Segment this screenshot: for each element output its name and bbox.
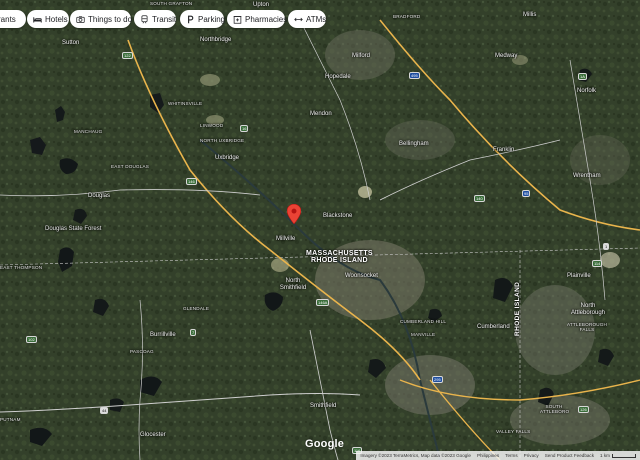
chip-label: Transit xyxy=(152,14,177,24)
pharmacy-icon xyxy=(233,15,242,24)
place-label: Wrentham xyxy=(573,173,601,179)
route-shield: 44 xyxy=(100,407,109,414)
scale-bar-line xyxy=(612,453,636,458)
google-logo: Google xyxy=(305,438,345,450)
map-footer: Imagery ©2023 TerraMetrics, Map data ©20… xyxy=(356,451,640,460)
place-label: North Smithfield xyxy=(279,278,307,291)
chip-label: Pharmacies xyxy=(245,14,288,24)
atm-icon xyxy=(294,15,303,24)
place-label: VALLEY FALLS xyxy=(496,429,531,434)
route-shield: 7 xyxy=(190,329,197,336)
scale-bar[interactable]: 1 km xyxy=(600,453,636,458)
place-label: Bellingham xyxy=(399,141,429,147)
place-label: Medway xyxy=(495,53,518,59)
chip-label: Hotels xyxy=(45,14,68,24)
chip-pharmacies[interactable]: Pharmacies xyxy=(227,10,288,28)
place-label: Woonsocket xyxy=(345,273,378,279)
bed-icon xyxy=(33,15,42,24)
place-label: Milford xyxy=(352,53,371,59)
route-shield: 16 xyxy=(240,125,249,132)
route-shield: 495 xyxy=(409,72,420,79)
route-shield: 146A xyxy=(316,299,330,306)
place-label: LINWOOD xyxy=(200,123,224,128)
place-label: WHITINSVILLE xyxy=(168,101,203,106)
route-shield: 1A xyxy=(578,73,587,80)
chip-parking[interactable]: Parking xyxy=(180,10,226,28)
place-label: Blackstone xyxy=(323,213,353,219)
category-chips: rants Hotels Things to do Transit Parkin… xyxy=(0,10,640,28)
chip-label: ATMs xyxy=(306,14,327,24)
location-pin-icon[interactable] xyxy=(286,203,302,225)
terms-link[interactable]: Terms xyxy=(505,453,518,458)
privacy-link[interactable]: Privacy xyxy=(524,453,539,458)
place-label: Hopedale xyxy=(325,74,351,80)
imagery-attribution: Imagery ©2023 TerraMetrics, Map data ©20… xyxy=(360,453,471,458)
place-label: EAST DOUGLAS xyxy=(111,164,150,169)
scale-label: 1 km xyxy=(600,453,610,458)
place-label: Northbridge xyxy=(200,37,232,43)
chip-hotels[interactable]: Hotels xyxy=(27,10,69,28)
place-label: Mendon xyxy=(310,111,332,117)
route-shield: 295 xyxy=(432,376,443,383)
place-label: Millville xyxy=(276,236,296,242)
camera-icon xyxy=(76,15,85,24)
place-label: PUTNAM xyxy=(0,417,21,422)
state-border-label: MASSACHUSETTS RHODE ISLAND xyxy=(306,250,373,264)
place-label: Smithfield xyxy=(310,403,337,409)
place-label: Upton xyxy=(253,2,270,8)
place-label: Plainville xyxy=(567,273,591,279)
route-shield: 1 xyxy=(603,243,610,250)
place-label: EAST THOMPSON xyxy=(0,265,43,270)
chip-label: Things to do xyxy=(88,14,133,24)
route-shield: 95 xyxy=(522,190,531,197)
state-label-vertical: RHODE ISLAND xyxy=(514,281,521,336)
route-shield: 114 xyxy=(592,260,603,267)
route-shield: 146 xyxy=(186,178,197,185)
place-label: Douglas xyxy=(88,193,111,199)
chip-things-to-do[interactable]: Things to do xyxy=(70,10,133,28)
place-label: Douglas State Forest xyxy=(45,226,102,232)
train-icon xyxy=(140,14,149,24)
state-label-rhode-island: RHODE ISLAND xyxy=(311,257,368,264)
route-shield: 102 xyxy=(26,336,37,343)
place-label: PASCOAG xyxy=(130,349,154,354)
chip-label: Parking xyxy=(198,14,226,24)
route-shield: 126 xyxy=(578,406,589,413)
place-label: GLENDALE xyxy=(183,306,210,311)
parking-icon xyxy=(186,15,195,24)
place-label: SOUTH GRAFTON xyxy=(150,1,193,6)
route-shield: 122 xyxy=(122,52,133,59)
satellite-map[interactable]: SOUTH GRAFTON Sutton Northbridge Upton B… xyxy=(0,0,640,460)
place-label: Glocester xyxy=(140,432,166,438)
place-label: Franklin xyxy=(493,147,515,153)
place-label: CUMBERLAND HILL xyxy=(400,319,447,324)
place-label: NORTH UXBRIDGE xyxy=(200,138,245,143)
chip-label: rants xyxy=(0,14,16,24)
place-label: MANVILLE xyxy=(411,332,436,337)
place-label: MANCHAUG xyxy=(74,129,103,134)
place-label: Sutton xyxy=(62,40,80,46)
send-feedback-link[interactable]: Send Product Feedback xyxy=(545,453,594,458)
place-label: North Attleborough xyxy=(570,303,606,316)
chip-restaurants[interactable]: rants xyxy=(0,10,26,28)
chip-transit[interactable]: Transit xyxy=(134,10,176,28)
place-label: Cumberland xyxy=(477,324,510,330)
place-label: Uxbridge xyxy=(215,155,240,161)
place-label: SOUTH ATTLEBORO xyxy=(540,404,570,415)
state-label-massachusetts: MASSACHUSETTS xyxy=(306,250,373,257)
chip-atms[interactable]: ATMs xyxy=(288,10,326,28)
country-link[interactable]: Philippines xyxy=(477,453,499,458)
place-label: Norfolk xyxy=(577,88,597,94)
place-label: Burrillville xyxy=(150,332,176,338)
place-label: ATTLEBOROUGH FALLS xyxy=(566,322,608,333)
route-shield: 140 xyxy=(474,195,485,202)
